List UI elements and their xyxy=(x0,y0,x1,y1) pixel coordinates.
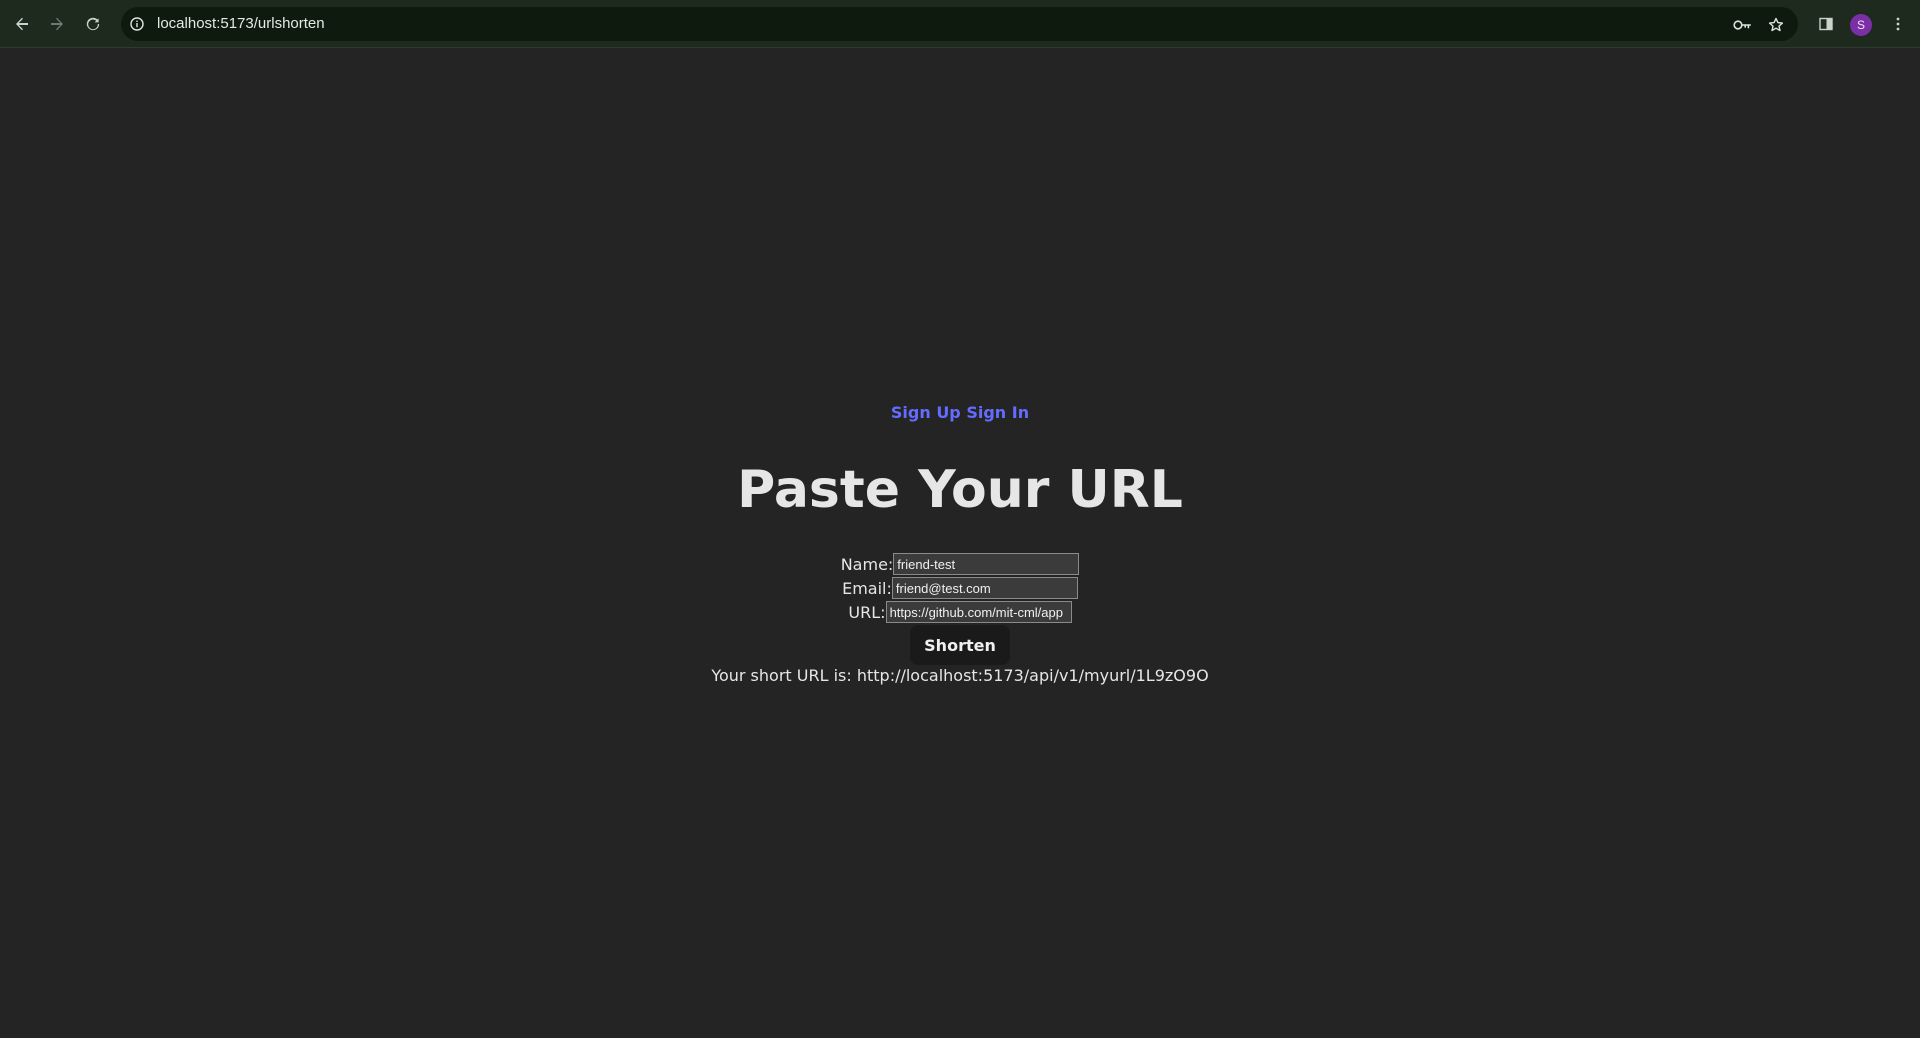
sign-up-link[interactable]: Sign Up xyxy=(891,403,961,422)
side-panel-icon[interactable] xyxy=(1814,12,1838,36)
email-row: Email: xyxy=(0,577,1920,599)
shorten-button[interactable]: Shorten xyxy=(910,625,1010,665)
url-label: URL: xyxy=(848,602,886,622)
name-row: Name: xyxy=(0,553,1920,575)
page-content: Sign Up Sign In Paste Your URL Name: Ema… xyxy=(0,48,1920,1038)
sign-in-link[interactable]: Sign In xyxy=(966,403,1029,422)
page-title: Paste Your URL xyxy=(737,460,1183,520)
profile-avatar[interactable]: S xyxy=(1850,14,1872,36)
site-info-icon[interactable] xyxy=(129,16,145,32)
auth-links: Sign Up Sign In xyxy=(0,403,1920,422)
url-input[interactable] xyxy=(885,601,1072,623)
address-bar[interactable]: localhost:5173/urlshorten xyxy=(121,7,1798,41)
email-input[interactable] xyxy=(891,577,1078,599)
forward-icon[interactable] xyxy=(45,12,69,36)
short-url-result: Your short URL is: http://localhost:5173… xyxy=(711,666,1209,685)
name-label: Name: xyxy=(840,554,894,574)
url-row: URL: xyxy=(0,601,1920,623)
address-text[interactable]: localhost:5173/urlshorten xyxy=(157,15,325,32)
reload-icon[interactable] xyxy=(81,12,105,36)
name-input[interactable] xyxy=(893,553,1080,575)
bookmark-star-icon[interactable] xyxy=(1766,15,1786,35)
back-icon[interactable] xyxy=(10,12,34,36)
browser-toolbar: localhost:5173/urlshorten S xyxy=(0,0,1920,48)
email-label: Email: xyxy=(842,578,892,598)
browser-menu-icon[interactable] xyxy=(1886,12,1910,36)
password-key-icon[interactable] xyxy=(1733,15,1753,35)
